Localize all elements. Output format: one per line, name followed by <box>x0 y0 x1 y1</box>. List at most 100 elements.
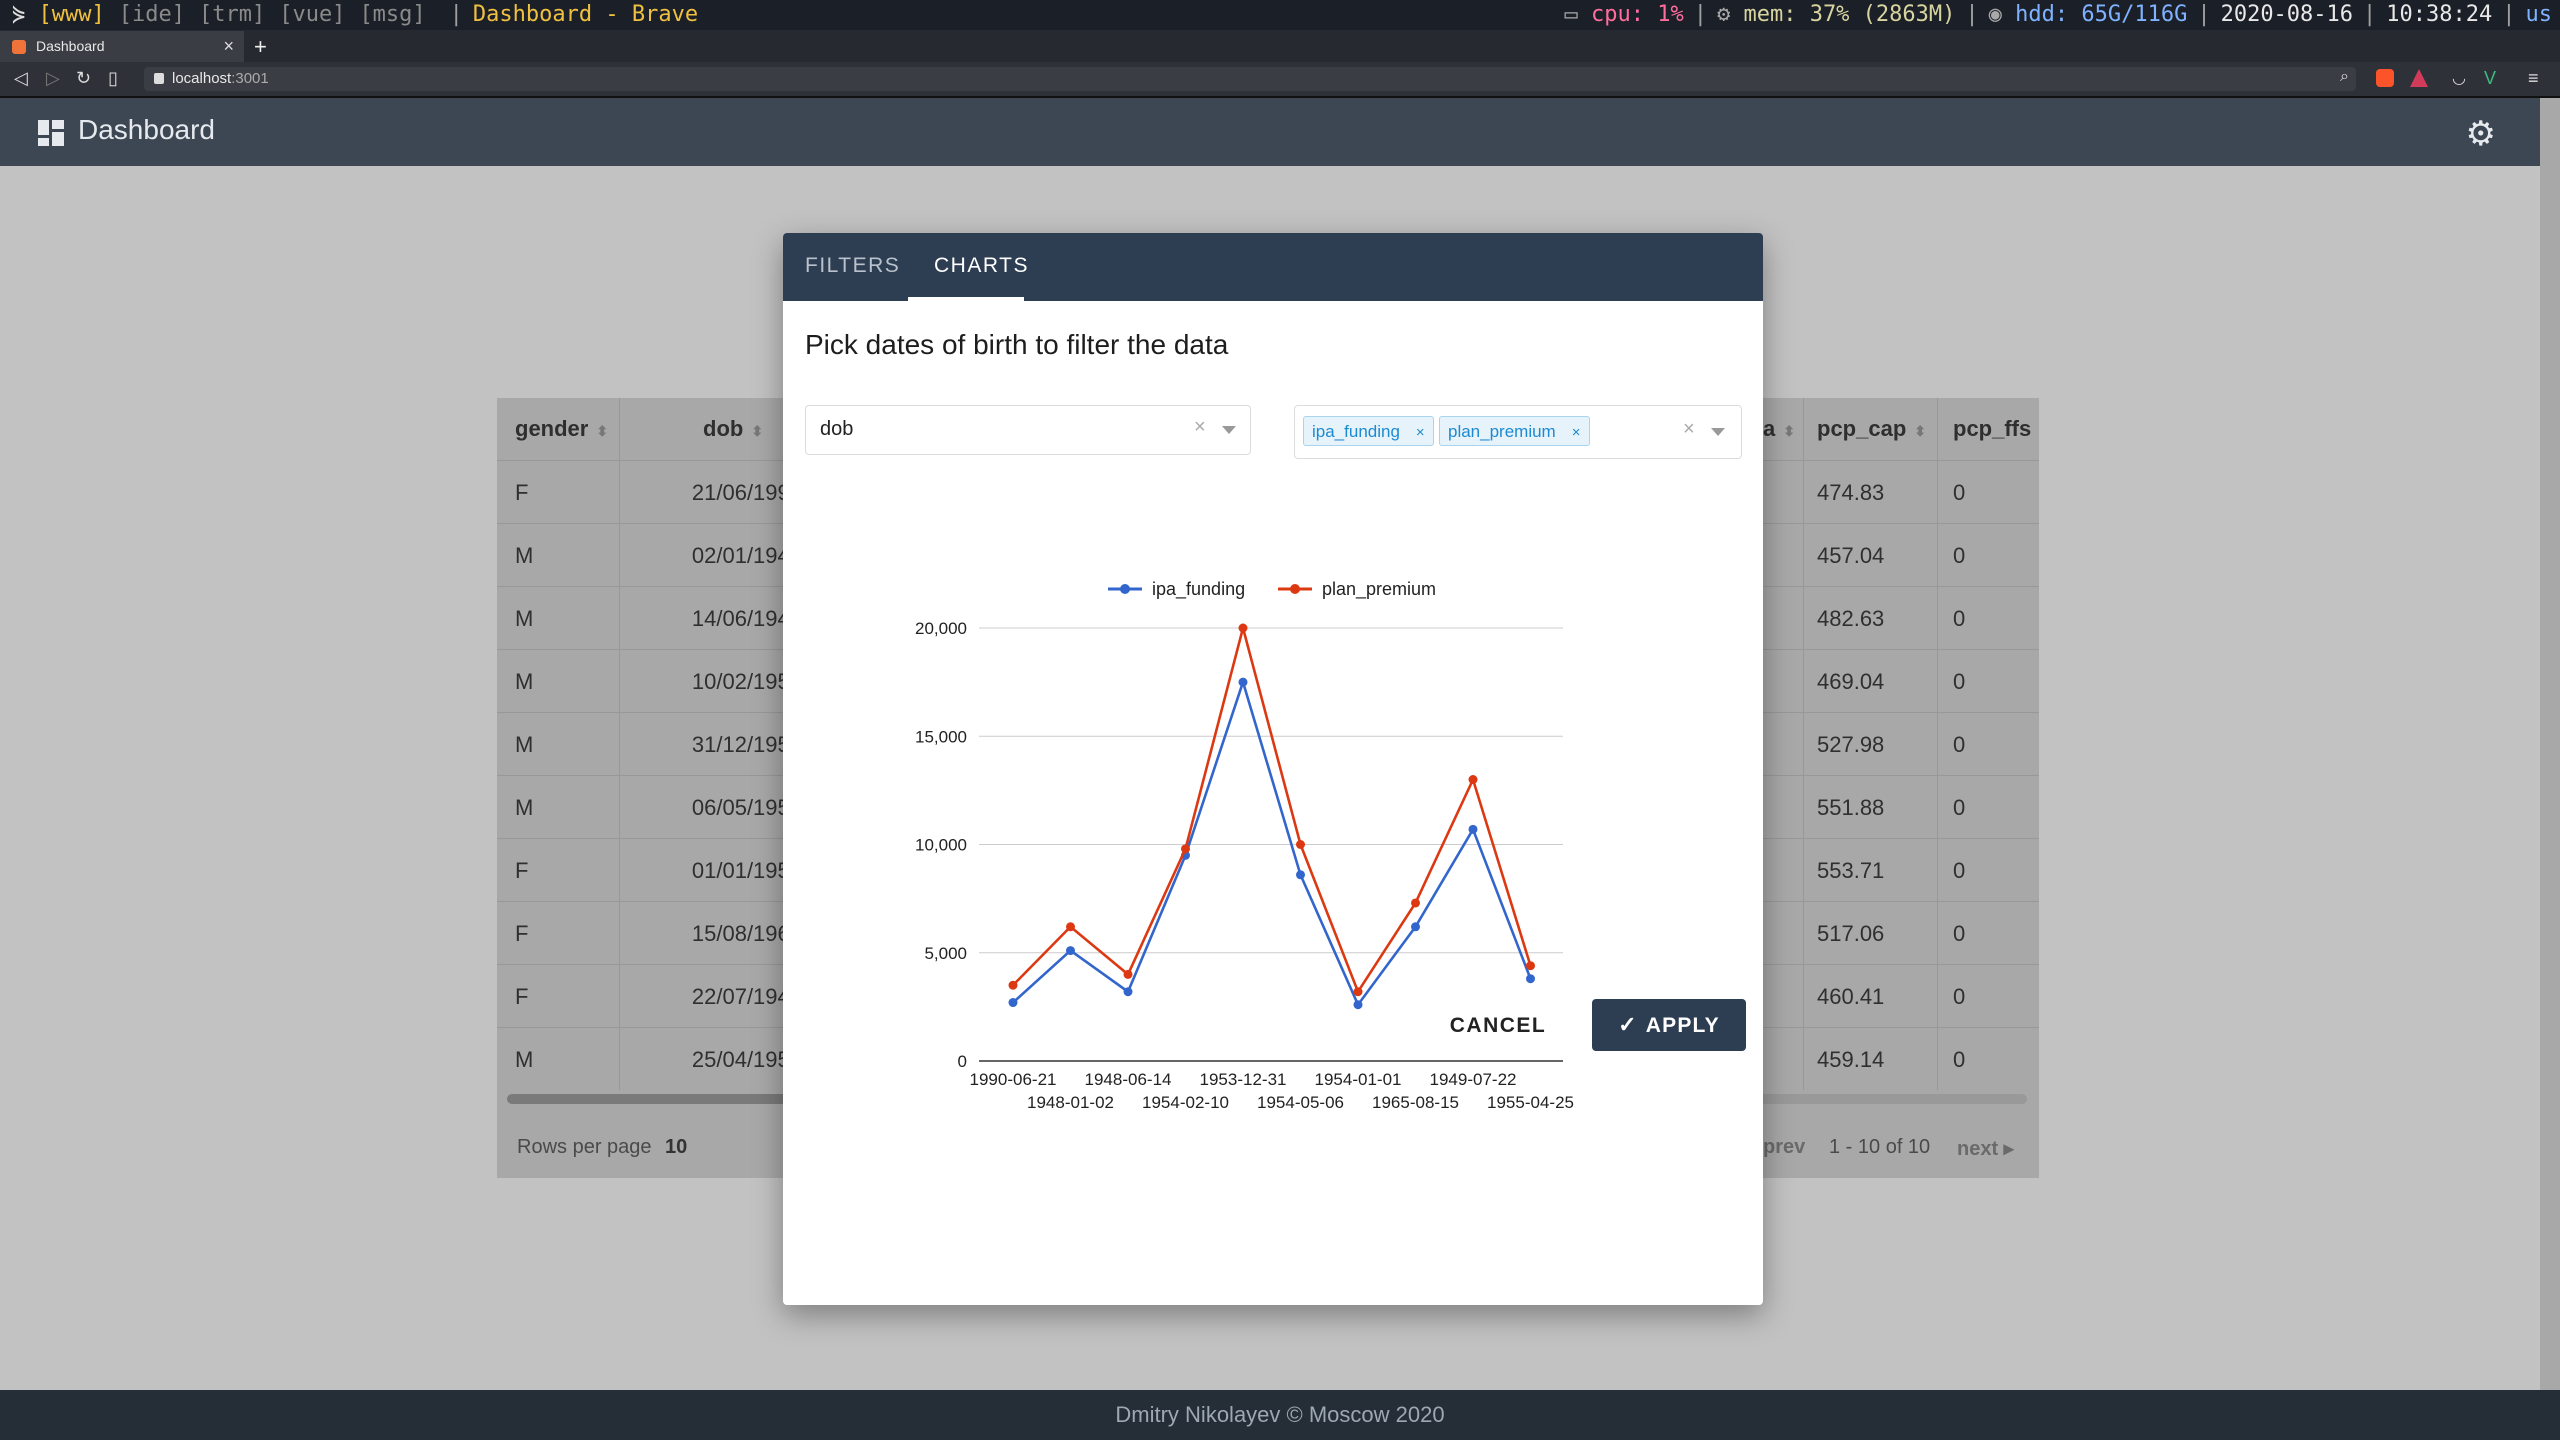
url-port: :3001 <box>231 70 269 87</box>
cell-gender: M <box>515 543 534 568</box>
cell-gender: M <box>515 606 534 631</box>
cell-dob: 10/02/1954 <box>691 669 802 694</box>
zoom-icon[interactable]: ⌕ <box>2340 68 2349 86</box>
cell-pcp-ffs: 0 <box>1953 543 1966 568</box>
cell-pcp-ffs: 0 <box>1953 795 1966 820</box>
legend-marker <box>1120 584 1130 594</box>
page-scrollbar[interactable] <box>2540 98 2560 1390</box>
new-tab-button[interactable]: + <box>254 34 267 60</box>
x-tick-label: 1948-01-02 <box>1027 1093 1114 1112</box>
monitor-icon: ▭ <box>1564 2 1578 27</box>
cell-pcp-ffs: 0 <box>1953 984 1966 1009</box>
cpu-status: cpu: 1% <box>1591 2 1684 27</box>
pocket-icon[interactable]: ◡ <box>2452 68 2466 88</box>
column-header-gender[interactable]: gender ⬍ <box>515 398 608 460</box>
data-point <box>1526 961 1535 971</box>
cell-gender: M <box>515 669 534 694</box>
cell-pcp-ffs: 0 <box>1953 606 1966 631</box>
cell-pcp-ffs: 0 <box>1953 921 1966 946</box>
cell-dob: 31/12/1953 <box>691 732 802 757</box>
y-tick-label: 0 <box>958 1052 967 1071</box>
x-tick-label: 1954-02-10 <box>1142 1093 1229 1112</box>
window-title: Dashboard - Brave <box>472 2 699 27</box>
cell-pcp-ffs: 0 <box>1953 480 1966 505</box>
close-tab-icon[interactable]: × <box>223 36 234 57</box>
x-tick-label: 1948-06-14 <box>1085 1070 1172 1089</box>
prev-page-button[interactable]: prev <box>1763 1136 1805 1159</box>
workspace-ide[interactable]: [ide] <box>119 2 185 27</box>
apply-button[interactable]: ✓ APPLY <box>1592 999 1746 1051</box>
series-line-plan-premium <box>1012 622 1532 995</box>
cell-dob: 15/08/1965 <box>691 921 802 946</box>
workspace-trm[interactable]: [trm] <box>199 2 265 27</box>
vue-devtools-icon[interactable]: V <box>2484 68 2496 89</box>
wm-status-bar: ⋟ [www] [ide] [trm] [vue] [msg] | Dashboard - … <box>0 0 2560 30</box>
settings-gear-icon[interactable]: ⚙ <box>2466 114 2496 154</box>
address-bar[interactable]: localhost:3001 <box>144 67 2356 91</box>
app-title: Dashboard <box>78 114 215 145</box>
brave-rewards-icon[interactable] <box>2410 69 2428 87</box>
wm-logo-icon: ⋟ <box>12 2 26 27</box>
site-info-icon[interactable] <box>154 73 164 84</box>
app-header: Dashboard ⚙ <box>0 98 2540 166</box>
favicon-icon <box>12 40 26 54</box>
data-point <box>1066 946 1075 956</box>
back-icon[interactable]: ◁ <box>14 68 28 89</box>
cell-gender: F <box>515 921 529 946</box>
cell-dob: 22/07/1949 <box>691 984 802 1009</box>
cell-pcp-cap: 551.88 <box>1817 795 1885 820</box>
menu-icon[interactable]: ≡ <box>2528 68 2539 89</box>
cell-dob: 02/01/1948 <box>691 543 802 568</box>
rows-per-page-label: Rows per page <box>517 1136 652 1158</box>
series-line-ipa-funding <box>1012 677 1532 1008</box>
data-point <box>1353 1000 1363 1010</box>
legend-label: plan_premium <box>1322 579 1436 600</box>
sort-icon[interactable]: ⬍ <box>1914 423 1926 439</box>
y-tick-label: 20,000 <box>915 619 967 638</box>
cell-pcp-ffs: 0 <box>1953 732 1966 757</box>
data-point <box>1123 969 1133 979</box>
column-header-pcp-ffs[interactable]: pcp_ffs <box>1953 398 2031 460</box>
hdd-status: hdd: 65G/116G <box>2015 2 2188 27</box>
column-header-pcp-cap[interactable]: pcp_cap ⬍ <box>1817 398 1926 460</box>
mem-status: mem: 37% (2863M) <box>1743 2 1956 27</box>
cell-pcp-cap: 482.63 <box>1817 606 1885 631</box>
browser-tab-bar: Dashboard × <box>0 30 2560 62</box>
column-divider <box>1937 398 1938 1090</box>
browser-tab[interactable]: Dashboard × <box>0 31 244 62</box>
column-header-partial[interactable]: a ⬍ <box>1763 398 1795 460</box>
data-point <box>1411 898 1420 908</box>
sort-icon[interactable]: ⬍ <box>1783 423 1795 439</box>
disk-icon: ◉ <box>1988 2 2002 27</box>
data-point <box>1468 775 1478 785</box>
brave-shields-icon[interactable] <box>2376 69 2394 87</box>
cell-pcp-ffs: 0 <box>1953 669 1966 694</box>
reload-icon[interactable]: ↻ <box>76 68 91 89</box>
cell-pcp-cap: 469.04 <box>1817 669 1885 694</box>
workspace-www[interactable]: [www] <box>39 2 105 27</box>
cell-pcp-cap: 460.41 <box>1817 984 1885 1009</box>
forward-icon[interactable]: ▷ <box>46 68 60 89</box>
bookmark-icon[interactable]: ▯ <box>108 68 118 89</box>
rows-per-page-select[interactable]: 10 <box>665 1136 687 1159</box>
line-chart: 0 5,000 10,000 15,000 20,000 1990-06-21 1948-0… <box>915 579 1574 1112</box>
x-tick-label: 1990-06-21 <box>970 1070 1057 1089</box>
cell-gender: M <box>515 732 534 757</box>
sort-icon[interactable]: ⬍ <box>751 423 763 439</box>
scrollbar-thumb[interactable] <box>507 1094 797 1104</box>
x-tick-label: 1954-05-06 <box>1257 1093 1344 1112</box>
column-header-dob[interactable]: dob ⬍ <box>703 398 763 460</box>
cell-gender: M <box>515 795 534 820</box>
sort-icon[interactable]: ⬍ <box>596 423 608 439</box>
cell-dob: 25/04/1955 <box>691 1047 802 1072</box>
cell-dob: 14/06/1948 <box>691 606 802 631</box>
y-tick-label: 15,000 <box>915 727 967 746</box>
chart-modal: FILTERS CHARTS Pick dates of birth to fi… <box>783 233 1763 1305</box>
cell-gender: F <box>515 480 529 505</box>
cancel-button[interactable]: CANCEL <box>1443 1003 1553 1049</box>
cell-pcp-cap: 459.14 <box>1817 1047 1885 1072</box>
workspace-msg[interactable]: [msg] <box>359 2 425 27</box>
next-page-button[interactable]: next ▸ <box>1957 1136 2014 1161</box>
workspace-vue[interactable]: [vue] <box>279 2 345 27</box>
cell-pcp-ffs: 0 <box>1953 1047 1966 1072</box>
